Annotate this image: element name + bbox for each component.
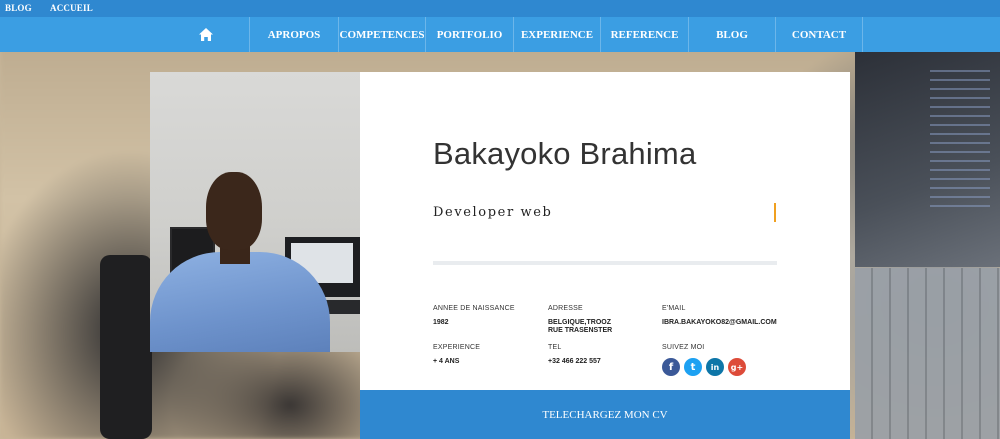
experience-value: + 4 ANS bbox=[433, 358, 460, 365]
profile-card: Bakayoko Brahima Developer web ANNEE DE … bbox=[360, 72, 850, 390]
birth-year-value: 1982 bbox=[433, 319, 449, 326]
topbar-link-blog[interactable]: BLOG bbox=[5, 3, 32, 13]
nav-item-blog[interactable]: BLOG bbox=[688, 17, 775, 52]
nav-home[interactable] bbox=[184, 17, 228, 52]
address-label: ADRESSE bbox=[548, 305, 583, 312]
profile-name: Bakayoko Brahima bbox=[433, 136, 697, 171]
twitter-icon[interactable]: t bbox=[684, 358, 702, 376]
background-code-lines bbox=[930, 70, 990, 210]
profile-role: Developer web bbox=[433, 205, 553, 220]
background-phone bbox=[100, 255, 152, 439]
nav-item-contact[interactable]: CONTACT bbox=[775, 17, 863, 52]
home-icon bbox=[199, 28, 213, 41]
birth-year-label: ANNEE DE NAISSANCE bbox=[433, 305, 515, 312]
address-line-2: RUE TRASENSTER bbox=[548, 327, 613, 334]
email-label: E'MAIL bbox=[662, 305, 686, 312]
nav-item-apropos[interactable]: APROPOS bbox=[249, 17, 338, 52]
nav-item-reference[interactable]: REFERENCE bbox=[600, 17, 688, 52]
tel-value[interactable]: +32 466 222 557 bbox=[548, 357, 601, 366]
main-navigation: APROPOS COMPETENCES PORTFOLIO EXPERIENCE… bbox=[0, 17, 1000, 52]
email-value[interactable]: IBRA.BAKAYOKO82@GMAIL.COM bbox=[662, 318, 777, 327]
background-keyboard bbox=[855, 268, 1000, 439]
nav-item-experience[interactable]: EXPERIENCE bbox=[513, 17, 600, 52]
role-accent-bar bbox=[774, 203, 776, 222]
tel-label: TEL bbox=[548, 344, 562, 351]
nav-item-competences[interactable]: COMPETENCES bbox=[338, 17, 425, 52]
linkedin-icon[interactable]: in bbox=[706, 358, 724, 376]
facebook-icon[interactable]: f bbox=[662, 358, 680, 376]
download-cv-button[interactable]: TELECHARGEZ MON CV bbox=[360, 390, 850, 439]
top-bar: BLOG ACCUEIL bbox=[0, 0, 1000, 17]
google-plus-icon[interactable]: g+ bbox=[728, 358, 746, 376]
follow-label: SUIVEZ MOI bbox=[662, 344, 705, 351]
experience-label: EXPERIENCE bbox=[433, 344, 481, 351]
topbar-link-accueil[interactable]: ACCUEIL bbox=[50, 3, 93, 13]
profile-photo bbox=[150, 72, 360, 352]
divider bbox=[433, 261, 777, 265]
social-links: f t in g+ bbox=[662, 358, 746, 376]
nav-item-portfolio[interactable]: PORTFOLIO bbox=[425, 17, 513, 52]
